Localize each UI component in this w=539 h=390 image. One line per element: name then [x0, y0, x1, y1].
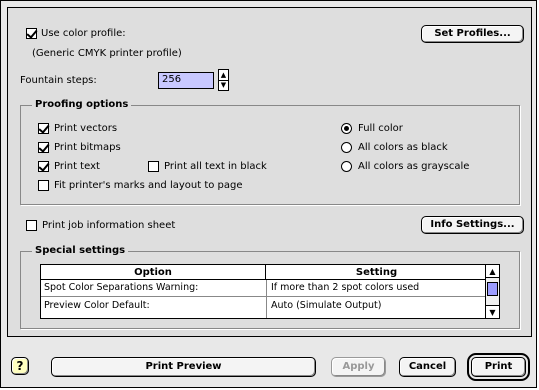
- scroll-thumb[interactable]: [487, 282, 498, 296]
- all-colors-grayscale-label: All colors as grayscale: [358, 161, 470, 172]
- scroll-down-icon[interactable]: ▼: [486, 305, 499, 318]
- stepper-up-icon[interactable]: ▲: [219, 71, 228, 79]
- row-divider: [41, 296, 487, 297]
- special-settings-title: Special settings: [32, 245, 129, 257]
- use-color-profile-checkbox[interactable]: [26, 28, 37, 39]
- info-settings-button[interactable]: Info Settings...: [421, 216, 524, 234]
- all-colors-black-label: All colors as black: [358, 142, 448, 153]
- print-job-info-checkbox[interactable]: [26, 220, 37, 231]
- table-row-2-option[interactable]: Preview Color Default:: [44, 298, 150, 313]
- fountain-steps-label: Fountain steps:: [20, 75, 97, 86]
- table-scrollbar[interactable]: ▲ ▼: [485, 265, 499, 318]
- proofing-options-title: Proofing options: [32, 99, 132, 111]
- print-vectors-checkbox[interactable]: [38, 123, 49, 134]
- print-job-info-label: Print job information sheet: [42, 220, 176, 231]
- special-settings-table[interactable]: Option Setting Spot Color Separations Wa…: [40, 264, 500, 319]
- print-all-text-black-checkbox[interactable]: [148, 161, 159, 172]
- print-all-text-black-label: Print all text in black: [164, 161, 267, 172]
- table-row-1-option[interactable]: Spot Color Separations Warning:: [44, 280, 198, 295]
- fountain-steps-input[interactable]: 256: [158, 72, 214, 89]
- full-color-label: Full color: [358, 123, 403, 134]
- print-options-dialog: Use color profile: Set Profiles... (Gene…: [0, 0, 537, 388]
- table-row-2-setting[interactable]: Auto (Simulate Output): [271, 298, 381, 313]
- fit-printers-marks-label: Fit printer's marks and layout to page: [54, 180, 243, 191]
- profile-name-text: (Generic CMYK printer profile): [32, 48, 182, 59]
- use-color-profile-label: Use color profile:: [41, 28, 126, 39]
- print-bitmaps-checkbox[interactable]: [38, 142, 49, 153]
- print-text-checkbox[interactable]: [38, 161, 49, 172]
- print-preview-button[interactable]: Print Preview: [51, 357, 316, 377]
- print-vectors-label: Print vectors: [54, 123, 118, 134]
- cancel-button[interactable]: Cancel: [399, 357, 456, 377]
- fit-printers-marks-checkbox[interactable]: [38, 180, 49, 191]
- print-button[interactable]: Print: [467, 353, 530, 381]
- print-text-label: Print text: [54, 161, 100, 172]
- all-colors-grayscale-radio[interactable]: [341, 161, 352, 172]
- set-profiles-button[interactable]: Set Profiles...: [421, 25, 524, 43]
- option-column-header[interactable]: Option: [41, 265, 266, 280]
- fountain-steps-stepper[interactable]: ▲ ▼: [218, 69, 229, 91]
- table-row-1-setting[interactable]: If more than 2 spot colors used: [271, 280, 419, 295]
- help-button[interactable]: ?: [11, 357, 29, 375]
- all-colors-black-radio[interactable]: [341, 142, 352, 153]
- scroll-up-icon[interactable]: ▲: [486, 265, 499, 278]
- full-color-radio[interactable]: [341, 123, 352, 134]
- apply-button[interactable]: Apply: [331, 357, 386, 377]
- column-divider: [266, 280, 267, 318]
- stepper-down-icon[interactable]: ▼: [219, 81, 228, 89]
- print-bitmaps-label: Print bitmaps: [54, 142, 121, 153]
- options-panel: Use color profile: Set Profiles... (Gene…: [7, 7, 532, 337]
- setting-column-header[interactable]: Setting: [266, 265, 487, 280]
